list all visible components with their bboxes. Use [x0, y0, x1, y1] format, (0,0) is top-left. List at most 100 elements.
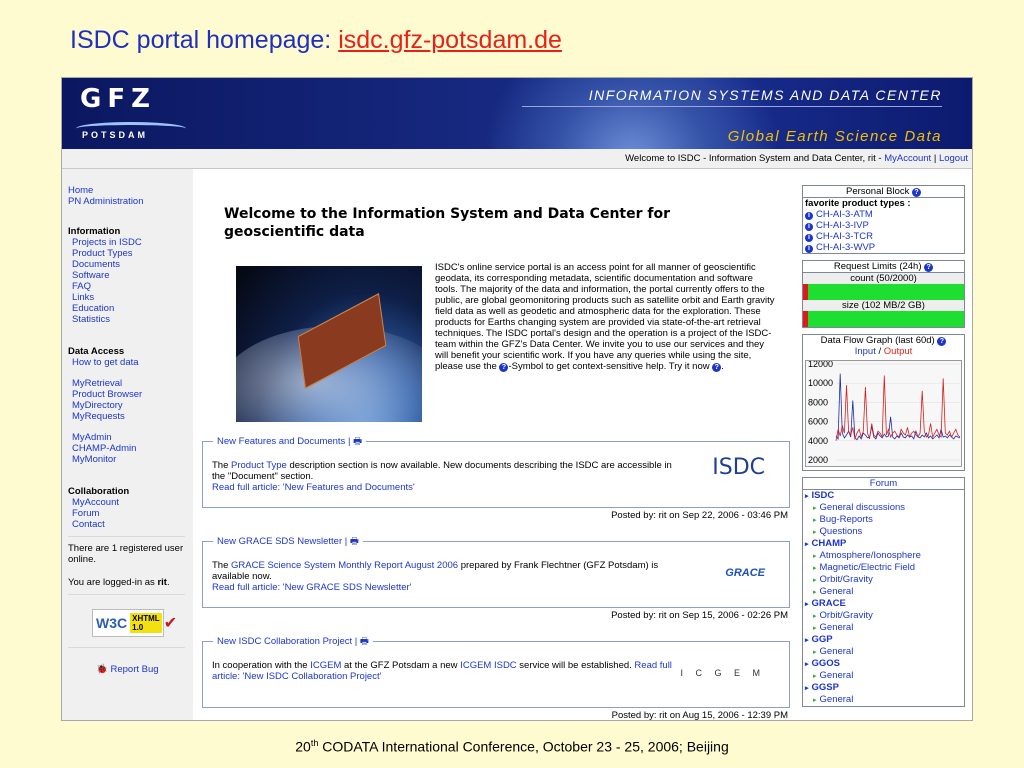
news-body: The Product Type description section is …: [212, 460, 672, 493]
favorites-heading: favorite product types :: [805, 198, 911, 209]
forum-topic[interactable]: ▸ Bug-Reports: [803, 514, 964, 526]
nav-education[interactable]: Education: [72, 303, 193, 314]
triangle-icon: ▸: [813, 529, 817, 536]
slide-title-url[interactable]: isdc.gfz-potsdam.de: [338, 26, 562, 54]
nav-contact[interactable]: Contact: [72, 519, 193, 530]
nav-my-retrieval[interactable]: MyRetrieval: [72, 378, 193, 389]
news-read-more[interactable]: Read full article: 'New Features and Doc…: [212, 482, 415, 493]
news-title[interactable]: New Features and Documents | 🖶: [213, 436, 367, 447]
print-icon[interactable]: 🖶: [360, 636, 369, 647]
forum-topic[interactable]: ▸ Orbit/Gravity: [803, 610, 964, 622]
news-body: In cooperation with the ICGEM at the GFZ…: [212, 660, 672, 682]
forum-topic-label: General: [819, 646, 854, 657]
request-limits-title: Request Limits (24h): [833, 261, 925, 272]
news-link-icgem-isdc[interactable]: ICGEM ISDC: [460, 660, 516, 671]
forum-block: Forum ▸ ISDC ▸ General discussions ▸ Bug-Repo…: [802, 477, 965, 707]
my-account-link[interactable]: MyAccount: [884, 153, 931, 164]
nav-software[interactable]: Software: [72, 270, 193, 281]
favorite-link[interactable]: CH-AI-3-TCR: [816, 231, 873, 242]
nav-product-browser[interactable]: Product Browser: [72, 389, 193, 400]
favorite-item[interactable]: i CH-AI-3-WVP: [803, 242, 964, 253]
help-icon[interactable]: ?: [924, 263, 934, 272]
print-icon[interactable]: 🖶: [350, 536, 359, 547]
forum-section[interactable]: ▸ CHAMP: [803, 538, 964, 550]
nav-my-requests[interactable]: MyRequests: [72, 411, 193, 422]
logout-link[interactable]: Logout: [939, 153, 968, 164]
welcome-separator: |: [931, 153, 939, 164]
triangle-icon: ▸: [805, 601, 809, 608]
news-posted: Posted by: rit on Sep 15, 2006 - 02:26 P…: [611, 610, 788, 621]
nav-documents[interactable]: Documents: [72, 259, 193, 270]
news-link-product-type[interactable]: Product Type: [231, 460, 287, 471]
print-icon[interactable]: 🖶: [353, 436, 362, 447]
forum-section[interactable]: ▸ GGOS: [803, 658, 964, 670]
forum-topic-label: Orbit/Gravity: [819, 610, 873, 621]
sidebar-divider: [68, 536, 185, 537]
nav-my-account[interactable]: MyAccount: [72, 497, 193, 508]
help-icon[interactable]: ?: [937, 337, 947, 346]
news-title[interactable]: New ISDC Collaboration Project | 🖶: [213, 636, 373, 647]
forum-topic[interactable]: ▸ General: [803, 670, 964, 682]
nav-links[interactable]: Links: [72, 292, 193, 303]
gfz-logo[interactable]: GFZ Potsdam: [76, 84, 186, 144]
forum-section[interactable]: ▸ GRACE: [803, 598, 964, 610]
portal-banner: GFZ Potsdam INFORMATION SYSTEMS AND DATA…: [62, 78, 972, 149]
online-users-text: There are 1 registered user online.: [68, 543, 184, 565]
nav-faq[interactable]: FAQ: [72, 281, 193, 292]
favorite-item[interactable]: i CH-AI-3-TCR: [803, 231, 964, 242]
nav-champ-admin[interactable]: CHAMP-Admin: [72, 443, 193, 454]
forum-topic[interactable]: ▸ Atmosphere/Ionosphere: [803, 550, 964, 562]
triangle-icon: ▸: [805, 661, 809, 668]
w3c-xhtml-badge[interactable]: W3C XHTML 1.0 ✔: [92, 609, 177, 637]
forum-section[interactable]: ▸ ISDC: [803, 490, 964, 502]
nav-forum[interactable]: Forum: [72, 508, 193, 519]
forum-section-name: GGP: [811, 634, 833, 645]
request-limits-header: Request Limits (24h) ?: [803, 261, 964, 273]
favorite-link[interactable]: CH-AI-3-ATM: [816, 209, 873, 220]
favorite-link[interactable]: CH-AI-3-WVP: [816, 242, 875, 253]
nav-statistics[interactable]: Statistics: [72, 314, 193, 325]
forum-list: ▸ ISDC ▸ General discussions ▸ Bug-Reports ▸ Qu…: [803, 490, 964, 706]
grace-logo: GRACE: [725, 567, 765, 579]
forum-topic[interactable]: ▸ General: [803, 646, 964, 658]
news-read-more[interactable]: Read full article: 'New GRACE SDS Newsle…: [212, 582, 412, 593]
help-icon-try[interactable]: ?: [712, 363, 722, 372]
report-bug-link[interactable]: 🐞 Report Bug: [96, 664, 193, 675]
forum-topic[interactable]: ▸ General: [803, 694, 964, 706]
news-title[interactable]: New GRACE SDS Newsletter | 🖶: [213, 536, 363, 547]
forum-topic[interactable]: ▸ General: [803, 622, 964, 634]
forum-header[interactable]: Forum: [803, 478, 964, 490]
favorite-item[interactable]: i CH-AI-3-IVP: [803, 220, 964, 231]
triangle-icon: ▸: [813, 589, 817, 596]
forum-topic[interactable]: ▸ Orbit/Gravity: [803, 574, 964, 586]
nav-product-types[interactable]: Product Types: [72, 248, 193, 259]
portal-screenshot: GFZ Potsdam INFORMATION SYSTEMS AND DATA…: [61, 77, 973, 721]
nav-my-directory[interactable]: MyDirectory: [72, 400, 193, 411]
favorite-link[interactable]: CH-AI-3-IVP: [816, 220, 869, 231]
flow-output-link[interactable]: Output: [884, 346, 913, 357]
forum-topic[interactable]: ▸ Magnetic/Electric Field: [803, 562, 964, 574]
nav-pn-admin[interactable]: PN Administration: [68, 196, 193, 207]
favorite-item[interactable]: i CH-AI-3-ATM: [803, 209, 964, 220]
triangle-icon: ▸: [813, 577, 817, 584]
nav-how-to-get-data[interactable]: How to get data: [72, 357, 193, 368]
nav-my-admin[interactable]: MyAdmin: [72, 432, 193, 443]
forum-topic[interactable]: ▸ Questions: [803, 526, 964, 538]
nav-my-monitor[interactable]: MyMonitor: [72, 454, 193, 465]
checkmark-icon: ✔: [163, 614, 178, 632]
slide-title-prefix: ISDC portal homepage:: [70, 26, 339, 54]
forum-section[interactable]: ▸ GGSP: [803, 682, 964, 694]
forum-topic-label: Bug-Reports: [819, 514, 873, 525]
news-link-icgem[interactable]: ICGEM: [310, 660, 341, 671]
flow-input-link[interactable]: Input: [855, 346, 876, 357]
info-icon: i: [805, 223, 813, 231]
forum-topic[interactable]: ▸ General discussions: [803, 502, 964, 514]
news-link-grace-report[interactable]: GRACE Science System Monthly Report Augu…: [231, 560, 458, 571]
y-tick-label: 6000: [808, 417, 828, 427]
forum-section[interactable]: ▸ GGP: [803, 634, 964, 646]
nav-home[interactable]: Home: [68, 185, 193, 196]
logged-in-suffix: .: [166, 577, 170, 588]
forum-topic[interactable]: ▸ General: [803, 586, 964, 598]
nav-projects[interactable]: Projects in ISDC: [72, 237, 193, 248]
help-icon[interactable]: ?: [912, 188, 921, 197]
